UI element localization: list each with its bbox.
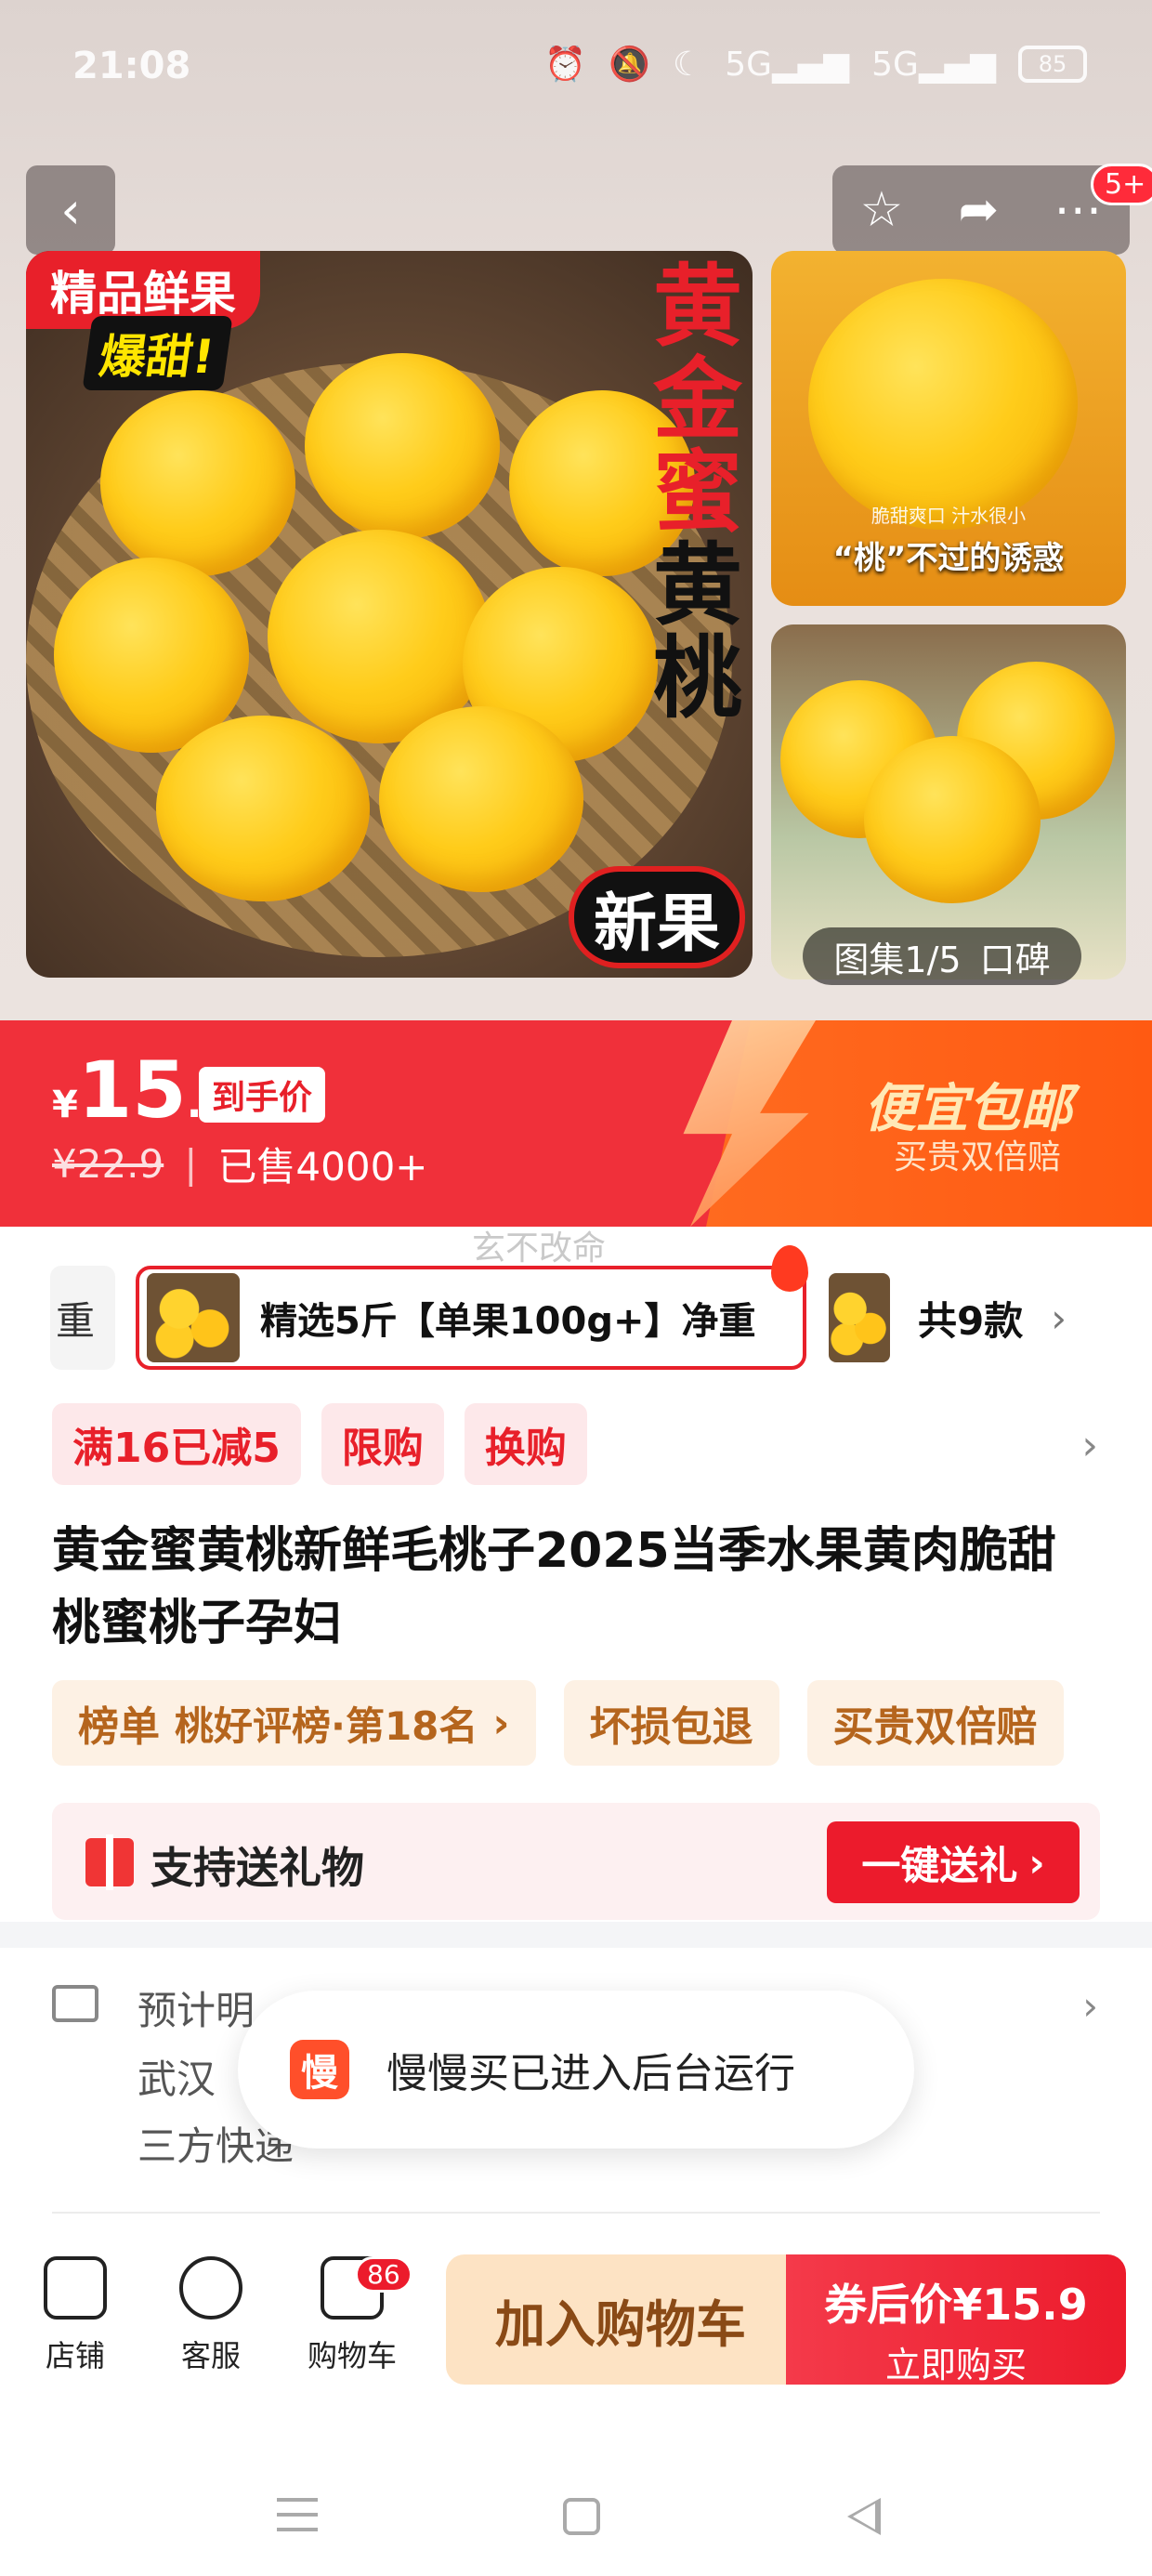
chevron-right-icon: › [492, 1699, 510, 1747]
sweet-tag: 爆甜! [82, 316, 233, 390]
watermark-text: 玄不改命 [472, 1229, 607, 1268]
sku-more[interactable]: 共9款 › [829, 1266, 1067, 1370]
buy-now-label: 立即购买 [884, 2345, 1027, 2385]
sold-count: 已售4000+ [217, 1144, 428, 1189]
ranking-chip[interactable]: 榜单 桃好评榜·第18名 › [52, 1680, 536, 1766]
chevron-right-icon[interactable]: › [1081, 1422, 1098, 1469]
original-price: ¥22.9 [52, 1141, 164, 1187]
peach [305, 353, 500, 539]
fire-icon [771, 1245, 808, 1292]
truck-icon [52, 1985, 98, 2022]
system-navigation [0, 2453, 1152, 2556]
status-icons: ⏰ 🔕 ☾ 5G▂▄▆ 5G▂▄▆ 85 [544, 45, 1087, 84]
app-icon: 慢 [290, 2040, 349, 2099]
chevron-right-icon: › [1082, 1983, 1098, 2029]
damage-refund-chip[interactable]: 坏损包退 [563, 1680, 779, 1766]
sku-thumbnail [147, 1273, 240, 1362]
peach [808, 279, 1078, 530]
share-icon[interactable]: ➦ [959, 182, 1000, 238]
promo-tags[interactable]: 满16已减5 限购 换购 [52, 1403, 587, 1485]
divider-line [52, 2212, 1100, 2214]
add-to-cart-button[interactable]: 加入购物车 [446, 2254, 795, 2385]
peach [379, 706, 583, 892]
delivery-origin: 武汉 [137, 2057, 216, 2102]
header-actions: ☆ ➦ ⋯ [832, 165, 1130, 255]
gallery-counter[interactable]: 图集1/5 口碑 [803, 927, 1081, 985]
battery-icon: 85 [1018, 46, 1087, 83]
peach [864, 736, 1041, 903]
sku-total: 共9款 [918, 1297, 1024, 1344]
toast-text: 慢慢买已进入后台运行 [386, 2050, 795, 2097]
chevron-left-icon: ‹ [60, 180, 81, 240]
customer-service-icon [179, 2256, 242, 2320]
signal2-icon: 5G▂▄▆ [871, 45, 996, 84]
store-icon [44, 2256, 107, 2320]
service-button[interactable]: 客服 [160, 2256, 262, 2375]
background-run-toast: 慢 慢慢买已进入后台运行 [238, 1991, 914, 2149]
store-button[interactable]: 店铺 [24, 2256, 126, 2375]
status-bar: 21:08 ⏰ 🔕 ☾ 5G▂▄▆ 5G▂▄▆ 85 [0, 0, 1152, 139]
star-icon[interactable]: ☆ [860, 182, 904, 238]
thumbnail-subcaption: 脆甜爽口 汁水很小 [871, 505, 1027, 527]
send-gift-button[interactable]: 一键送礼 › [827, 1821, 1080, 1903]
chevron-right-icon: › [1028, 1839, 1045, 1886]
gift-label: 支持送礼物 [151, 1843, 364, 1893]
sku-option-selected[interactable]: 精选5斤【单果100g+】净重 [136, 1266, 806, 1370]
more-badge: 5+ [1091, 164, 1152, 205]
alarm-icon: ⏰ [544, 46, 587, 84]
section-divider [0, 1922, 1152, 1948]
product-title: 黄金蜜黄桃新鲜毛桃子2025当季水果黄肉脆甜桃蜜桃子孕妇 [52, 1523, 1056, 1651]
home-icon[interactable] [563, 2498, 600, 2535]
gift-section: 支持送礼物 一键送礼 › [52, 1803, 1100, 1920]
promo-tag[interactable]: 满16已减5 [52, 1403, 301, 1485]
peach [100, 390, 295, 576]
status-time: 21:08 [72, 45, 191, 87]
separator: | [184, 1141, 198, 1187]
back-button[interactable]: ‹ [26, 165, 115, 255]
chevron-right-icon: › [1051, 1295, 1067, 1341]
price-meta: ¥22.9 | 已售4000+ [52, 1136, 428, 1192]
buy-price: 券后价¥15.9 [824, 2280, 1088, 2330]
sku-option-prev[interactable]: 重 [50, 1266, 115, 1370]
mute-icon: 🔕 [609, 46, 650, 84]
gift-icon [85, 1834, 134, 1890]
final-price-tag: 到手价 [199, 1067, 326, 1123]
service-badges: 榜单 桃好评榜·第18名 › 坏损包退 买贵双倍赔 [52, 1680, 1064, 1766]
sku-thumbnail [829, 1273, 890, 1362]
promo-subtitle: 买贵双倍赔 [894, 1138, 1062, 1176]
signal1-icon: 5G▂▄▆ [725, 45, 850, 84]
thumbnail-1[interactable]: 脆甜爽口 汁水很小 “桃”不过的诱惑 [771, 251, 1126, 606]
cart-count-badge: 86 [355, 2256, 412, 2293]
moon-icon: ☾ [672, 45, 703, 84]
thumbnail-caption: “桃”不过的诱惑 [832, 540, 1065, 577]
promo-tag[interactable]: 换购 [464, 1403, 587, 1485]
peach [156, 716, 370, 901]
price-guarantee-chip[interactable]: 买贵双倍赔 [806, 1680, 1064, 1766]
buy-now-button[interactable]: 券后价¥15.9 立即购买 [786, 2254, 1126, 2385]
sku-selector: 重 精选5斤【单果100g+】净重 共9款 › [0, 1266, 1152, 1370]
vertical-title: 黄 金 蜜 黄 桃 [653, 255, 742, 730]
back-triangle-icon[interactable] [847, 2498, 881, 2535]
delivery-eta: 预计明 [137, 1988, 255, 2033]
thumbnail-2[interactable] [771, 624, 1126, 979]
sku-label: 精选5斤【单果100g+】净重 [260, 1300, 756, 1343]
promo-tag[interactable]: 限购 [321, 1403, 444, 1485]
menu-icon[interactable] [277, 2498, 318, 2531]
new-fruit-badge: 新果 [569, 866, 745, 968]
